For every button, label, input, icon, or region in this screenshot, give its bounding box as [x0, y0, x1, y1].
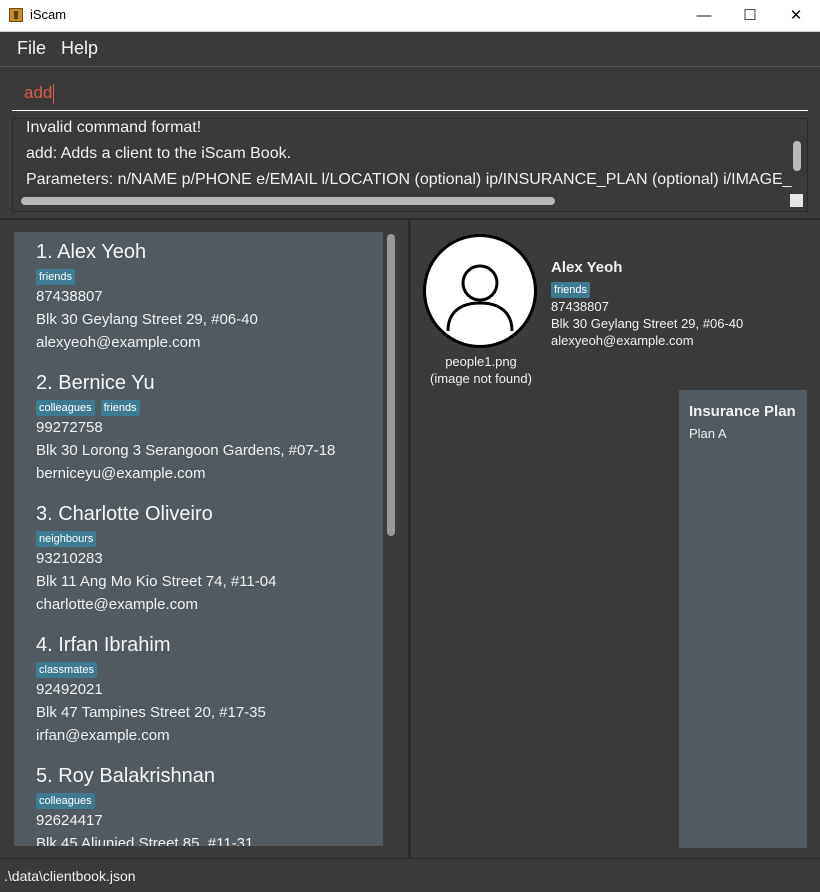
client-location: Blk 30 Lorong 3 Serangoon Gardens, #07-1… — [36, 442, 336, 459]
menu-file[interactable]: File — [17, 38, 46, 59]
client-phone: 92624417 — [36, 812, 103, 829]
tag: colleagues — [36, 400, 95, 416]
command-area: add — [0, 66, 820, 119]
menu-bar: File Help — [0, 32, 820, 66]
text-caret — [53, 83, 55, 104]
client-phone: 92492021 — [36, 681, 103, 698]
detail-location: Blk 30 Geylang Street 29, #06-40 — [551, 316, 744, 331]
client-location: Blk 45 Aljunied Street 85, #11-31 — [36, 835, 254, 846]
client-avatar — [423, 234, 537, 348]
insurance-plan-title: Insurance Plan — [689, 403, 796, 420]
data-file-path: .\data\clientbook.json — [4, 868, 136, 884]
tag: friends — [36, 269, 76, 285]
detail-email: alexyeoh@example.com — [551, 333, 694, 348]
client-list[interactable]: 1. Alex Yeoh friends 87438807 Blk 30 Gey… — [14, 232, 383, 846]
client-location: Blk 47 Tampines Street 20, #17-35 — [36, 704, 266, 721]
client-card[interactable]: 1. Alex Yeoh friends 87438807 Blk 30 Gey… — [14, 232, 383, 363]
app-icon — [9, 8, 23, 22]
tag: classmates — [36, 662, 98, 678]
result-line: Invalid command format! — [26, 119, 202, 136]
client-email: irfan@example.com — [36, 727, 170, 744]
client-phone: 87438807 — [36, 288, 103, 305]
client-card[interactable]: 3. Charlotte Oliveiro neighbours 9321028… — [14, 494, 383, 625]
client-email: berniceyu@example.com — [36, 465, 206, 482]
maximize-button[interactable]: ☐ — [727, 0, 773, 31]
tag: colleagues — [36, 793, 95, 809]
tag-list: classmates — [36, 660, 103, 678]
client-name: 5. Roy Balakrishnan — [36, 765, 215, 787]
client-list-scroll-thumb[interactable] — [387, 234, 395, 536]
tag-list: colleagues — [36, 791, 101, 809]
tag: neighbours — [36, 531, 97, 547]
client-email: charlotte@example.com — [36, 596, 198, 613]
detail-tag-list: friends — [551, 280, 596, 298]
client-card[interactable]: 4. Irfan Ibrahim classmates 92492021 Blk… — [14, 625, 383, 756]
minimize-button[interactable]: — — [681, 0, 727, 31]
tag: friends — [551, 282, 591, 298]
result-horizontal-scrollbar[interactable] — [21, 197, 555, 205]
menu-help[interactable]: Help — [61, 38, 98, 59]
person-icon — [446, 264, 514, 332]
detail-name: Alex Yeoh — [551, 259, 623, 276]
tag: friends — [100, 400, 140, 416]
client-card[interactable]: 2. Bernice Yu colleagues friends 99272758… — [14, 363, 383, 494]
tag-list: neighbours — [36, 529, 102, 547]
status-bar: .\data\clientbook.json — [0, 858, 820, 892]
client-location: Blk 30 Geylang Street 29, #06-40 — [36, 311, 258, 328]
command-input[interactable]: add — [12, 75, 808, 111]
insurance-plan-value: Plan A — [689, 426, 727, 441]
client-name: 1. Alex Yeoh — [36, 241, 147, 263]
client-detail-panel: people1.png (image not found) Alex Yeoh … — [411, 220, 820, 858]
client-phone: 93210283 — [36, 550, 103, 567]
client-phone: 99272758 — [36, 419, 103, 436]
window-title: iScam — [30, 7, 67, 22]
detail-phone: 87438807 — [551, 299, 609, 314]
tag-list: friends — [36, 267, 81, 285]
image-status: (image not found) — [430, 371, 532, 386]
client-location: Blk 11 Ang Mo Kio Street 74, #11-04 — [36, 573, 277, 590]
client-card[interactable]: 5. Roy Balakrishnan colleagues 92624417 … — [14, 756, 383, 846]
scroll-corner — [790, 194, 803, 207]
client-list-scrollbar[interactable] — [385, 232, 397, 846]
result-line: add: Adds a client to the iScam Book. — [26, 145, 292, 162]
result-line: Parameters: n/NAME p/PHONE e/EMAIL l/LOC… — [26, 171, 792, 188]
client-name: 2. Bernice Yu — [36, 372, 155, 394]
result-vertical-scrollbar[interactable] — [793, 141, 801, 171]
insurance-plan-panel: Insurance Plan Plan A — [679, 390, 807, 848]
client-name: 4. Irfan Ibrahim — [36, 634, 171, 656]
tag-list: colleagues friends — [36, 398, 146, 416]
result-display[interactable]: Invalid command format! add: Adds a clie… — [12, 118, 808, 212]
client-name: 3. Charlotte Oliveiro — [36, 503, 213, 525]
title-bar: iScam — ☐ ✕ — [0, 0, 820, 32]
close-button[interactable]: ✕ — [773, 0, 819, 31]
image-filename: people1.png — [445, 354, 517, 369]
client-email: alexyeoh@example.com — [36, 334, 201, 351]
command-text: add — [24, 83, 53, 102]
